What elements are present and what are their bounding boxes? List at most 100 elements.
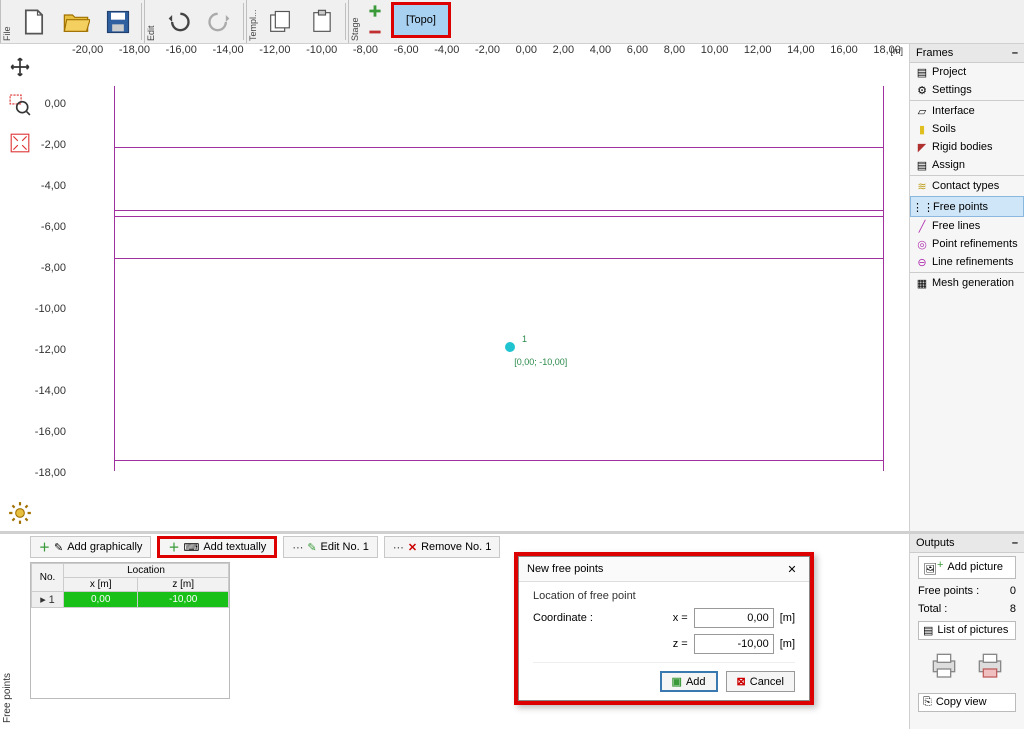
- points-icon: ⋮⋮: [917, 201, 929, 213]
- frames-item-assign[interactable]: ▤Assign: [910, 156, 1024, 174]
- top-toolbar: File Edit Templ... Stage [Topo]: [0, 0, 1024, 44]
- list-pictures-button[interactable]: ▤List of pictures: [918, 621, 1016, 640]
- ruler-top: -20,00-18,00-16,00-14,00-12,00-10,00-8,0…: [72, 44, 901, 62]
- frames-item-free-points[interactable]: ⋮⋮Free points: [910, 196, 1024, 217]
- minus-icon: [368, 25, 382, 39]
- x-box-icon: ⊠: [737, 675, 746, 688]
- file-menu-label[interactable]: File: [0, 0, 13, 43]
- frames-item-contact-types[interactable]: ≋Contact types: [910, 175, 1024, 195]
- topo-stage-button[interactable]: [Topo]: [391, 2, 451, 38]
- unit-label: [m]: [780, 638, 795, 650]
- fit-icon: [9, 132, 31, 154]
- points-table: No.Location x [m]z [m] ▸ 1 0,00 -10,00: [30, 562, 230, 699]
- plus-icon: ＋: [39, 539, 50, 555]
- rigid-icon: ◤: [916, 141, 928, 153]
- ruler-left: 0,00-2,00-4,00-6,00-8,00-10,00-12,00-14,…: [40, 62, 72, 531]
- frames-item-settings[interactable]: ⚙Settings: [910, 81, 1024, 99]
- frames-item-free-lines[interactable]: ╱Free lines: [910, 217, 1024, 235]
- bottom-side-label: Free points: [2, 673, 13, 723]
- frames-panel: Frames– ▤Project ⚙Settings ▱Interface ▮S…: [909, 44, 1024, 531]
- fit-tool[interactable]: [5, 128, 35, 158]
- contact-icon: ≋: [916, 180, 928, 192]
- dash-icon: ⋯: [393, 541, 404, 554]
- dialog-close-button[interactable]: ✕: [783, 561, 801, 577]
- document-stack-icon: [266, 8, 294, 36]
- frames-item-project[interactable]: ▤Project: [910, 63, 1024, 81]
- dash-icon: ⋯: [292, 541, 303, 554]
- table-row[interactable]: ▸ 1 0,00 -10,00: [32, 592, 229, 608]
- pencil-icon: ✎: [307, 541, 316, 554]
- gear-small-icon: ⚙: [916, 84, 928, 96]
- template-1-button[interactable]: [261, 2, 299, 42]
- plus-icon: ＋: [168, 539, 179, 555]
- pencil-icon: ✎: [54, 541, 63, 554]
- add-textually-button[interactable]: ＋⌨Add textually: [157, 536, 277, 558]
- plus-icon: [368, 4, 382, 18]
- line-refine-icon: ⊖: [916, 256, 928, 268]
- remove-no-button[interactable]: ⋯✕Remove No. 1: [384, 536, 501, 558]
- save-file-button[interactable]: [99, 2, 137, 42]
- document-clip-icon: [308, 8, 336, 36]
- dialog-add-button[interactable]: ▣Add: [660, 671, 718, 692]
- dialog-cancel-button[interactable]: ⊠Cancel: [726, 671, 795, 692]
- free-points-count: Free points :0: [910, 582, 1024, 600]
- magnifier-icon: [9, 94, 31, 116]
- templates-label[interactable]: Templ...: [246, 0, 259, 43]
- outputs-panel: Outputs– 🖼+Add picture Free points :0 To…: [909, 531, 1024, 729]
- folder-open-icon: [62, 8, 90, 36]
- assign-icon: ▤: [916, 159, 928, 171]
- settings-gear-button[interactable]: [4, 497, 36, 529]
- move-icon: [9, 56, 31, 78]
- add-picture-button[interactable]: 🖼+Add picture: [918, 556, 1016, 579]
- edit-menu-label[interactable]: Edit: [144, 0, 157, 43]
- dialog-group-label: Location of free point: [533, 590, 795, 602]
- minimize-icon[interactable]: –: [1012, 537, 1018, 549]
- stage-label[interactable]: Stage: [348, 0, 361, 43]
- undo-button[interactable]: [159, 2, 197, 42]
- open-file-button[interactable]: [57, 2, 95, 42]
- gear-icon: [7, 500, 33, 526]
- printer-icon: [928, 649, 960, 681]
- canvas-area: [m] -20,00-18,00-16,00-14,00-12,00-10,00…: [40, 44, 909, 531]
- frames-item-soils[interactable]: ▮Soils: [910, 120, 1024, 138]
- print-button-1[interactable]: [928, 649, 960, 684]
- x-icon: ✕: [408, 541, 417, 554]
- mesh-icon: ▦: [916, 277, 928, 289]
- minimize-icon[interactable]: –: [1012, 47, 1018, 59]
- drawing-canvas[interactable]: 1 [0,00; -10,00]: [72, 62, 909, 531]
- outputs-title: Outputs–: [910, 534, 1024, 553]
- frames-item-interface[interactable]: ▱Interface: [910, 100, 1024, 120]
- pan-tool[interactable]: [5, 52, 35, 82]
- frames-title: Frames–: [910, 44, 1024, 63]
- add-graphically-button[interactable]: ＋✎Add graphically: [30, 536, 151, 558]
- redo-icon: [206, 8, 234, 36]
- dialog-title-text: New free points: [527, 563, 603, 575]
- frames-item-line-refinements[interactable]: ⊖Line refinements: [910, 253, 1024, 271]
- x-label: x =: [673, 612, 688, 624]
- copy-icon: ⎘: [923, 696, 932, 709]
- new-file-button[interactable]: [15, 2, 53, 42]
- x-input[interactable]: [694, 608, 774, 628]
- add-stage-button[interactable]: [363, 2, 387, 20]
- frames-item-rigid-bodies[interactable]: ◤Rigid bodies: [910, 138, 1024, 156]
- soils-icon: ▮: [916, 123, 928, 135]
- print-button-2[interactable]: [974, 649, 1006, 684]
- frames-item-mesh-generation[interactable]: ▦Mesh generation: [910, 272, 1024, 292]
- redo-button[interactable]: [201, 2, 239, 42]
- interface-icon: ▱: [916, 105, 928, 117]
- free-point-marker[interactable]: [505, 342, 515, 352]
- new-free-points-dialog: New free points ✕ Location of free point…: [514, 552, 814, 705]
- zoom-tool[interactable]: [5, 90, 35, 120]
- z-input[interactable]: [694, 634, 774, 654]
- frames-item-point-refinements[interactable]: ◎Point refinements: [910, 235, 1024, 253]
- total-count: Total :8: [910, 600, 1024, 618]
- edit-no-button[interactable]: ⋯✎Edit No. 1: [283, 536, 378, 558]
- template-2-button[interactable]: [303, 2, 341, 42]
- copy-view-button[interactable]: ⎘Copy view: [918, 693, 1016, 712]
- list-icon: ▤: [923, 624, 933, 637]
- keyboard-icon: ⌨: [183, 541, 199, 554]
- list-icon: ▤: [916, 66, 928, 78]
- remove-stage-button[interactable]: [363, 24, 387, 42]
- plus-box-icon: ▣: [672, 675, 682, 688]
- point-coord-label: [0,00; -10,00]: [514, 357, 567, 367]
